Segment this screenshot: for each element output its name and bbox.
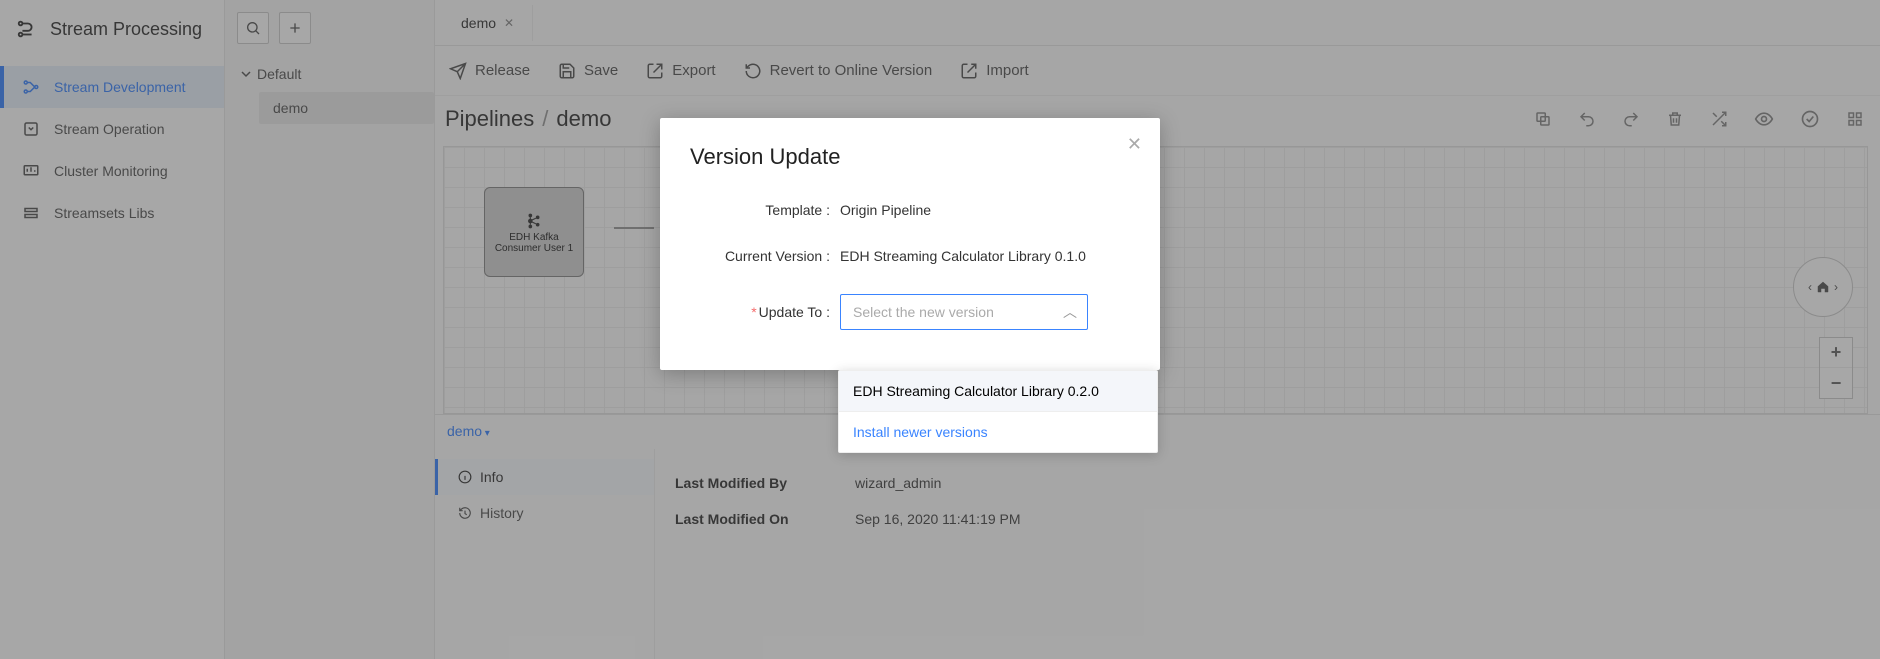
- modal-title: Version Update: [690, 144, 1130, 170]
- current-version-label: Current Version :: [690, 248, 840, 264]
- select-placeholder: Select the new version: [853, 304, 994, 320]
- template-label: Template :: [690, 202, 840, 218]
- version-update-modal: ✕ Version Update Template : Origin Pipel…: [660, 118, 1160, 370]
- update-to-label: *Update To :: [690, 304, 840, 320]
- modal-close-button[interactable]: ✕: [1127, 134, 1142, 155]
- dropdown-option[interactable]: EDH Streaming Calculator Library 0.2.0: [839, 371, 1157, 411]
- chevron-up-icon: ︿: [1063, 302, 1077, 322]
- version-dropdown: EDH Streaming Calculator Library 0.2.0 I…: [838, 370, 1158, 453]
- template-value: Origin Pipeline: [840, 202, 931, 218]
- current-version-value: EDH Streaming Calculator Library 0.1.0: [840, 248, 1086, 264]
- install-newer-link[interactable]: Install newer versions: [839, 412, 1157, 452]
- update-to-select[interactable]: Select the new version ︿: [840, 294, 1088, 330]
- modal-overlay[interactable]: ✕ Version Update Template : Origin Pipel…: [0, 0, 1880, 659]
